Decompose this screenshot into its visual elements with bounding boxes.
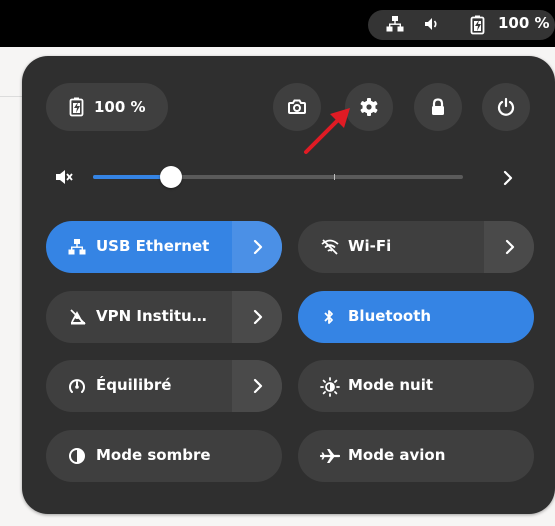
tile-label: Mode avion — [348, 446, 446, 464]
volume-slider[interactable] — [93, 166, 463, 188]
network-wired-icon — [386, 15, 404, 37]
lock-button[interactable] — [414, 83, 462, 131]
tile-label: Mode sombre — [96, 446, 211, 464]
tile-power-mode-menu-button[interactable] — [232, 360, 282, 412]
wifi-disabled-icon — [320, 238, 340, 260]
battery-label: 100 % — [94, 98, 146, 116]
tile-label: Wi-Fi — [348, 237, 392, 255]
airplane-icon — [319, 447, 341, 469]
tile-label: VPN Institu… — [96, 307, 207, 325]
volume-slider-knob[interactable] — [159, 166, 182, 188]
volume-slider-mark — [334, 174, 335, 180]
tile-power-mode[interactable]: Équilibré — [46, 360, 282, 412]
tile-wifi[interactable]: Wi-Fi — [298, 221, 534, 273]
tile-usb-ethernet[interactable]: USB Ethernet — [46, 221, 282, 273]
tile-label: Équilibré — [96, 376, 172, 394]
battery-icon — [469, 15, 487, 39]
vpn-disabled-icon — [68, 308, 88, 330]
speaker-muted-icon[interactable] — [54, 167, 74, 191]
tile-label: Mode nuit — [348, 376, 434, 394]
power-button[interactable] — [482, 83, 530, 131]
battery-button[interactable]: 100 % — [46, 83, 168, 131]
tile-airplane-mode[interactable]: Mode avion — [298, 430, 534, 482]
gauge-icon — [68, 377, 86, 399]
chevron-right-icon — [250, 238, 266, 260]
annotation-arrow-icon — [300, 102, 356, 162]
tile-label: Bluetooth — [348, 307, 432, 325]
battery-percent-label: 100 % — [498, 14, 550, 32]
battery-icon — [68, 97, 86, 121]
night-light-icon — [320, 377, 340, 401]
top-bar: 100 % — [0, 0, 555, 47]
dark-mode-icon — [68, 447, 86, 469]
tile-night-light[interactable]: Mode nuit — [298, 360, 534, 412]
bluetooth-icon — [320, 308, 338, 330]
tile-usb-ethernet-menu-button[interactable] — [232, 221, 282, 273]
tile-wifi-menu-button[interactable] — [484, 221, 534, 273]
tile-label: USB Ethernet — [96, 237, 210, 255]
chevron-right-icon — [502, 238, 518, 260]
lock-icon — [428, 97, 448, 121]
volume-menu-button[interactable] — [500, 169, 516, 191]
tile-vpn-menu-button[interactable] — [232, 291, 282, 343]
gear-icon — [359, 97, 379, 121]
tile-bluetooth[interactable]: Bluetooth — [298, 291, 534, 343]
speaker-icon — [423, 15, 441, 37]
tile-dark-mode[interactable]: Mode sombre — [46, 430, 282, 482]
network-wired-icon — [68, 238, 86, 260]
tile-vpn[interactable]: VPN Institu… — [46, 291, 282, 343]
power-icon — [496, 97, 516, 121]
chevron-right-icon — [250, 377, 266, 399]
chevron-right-icon — [250, 308, 266, 330]
